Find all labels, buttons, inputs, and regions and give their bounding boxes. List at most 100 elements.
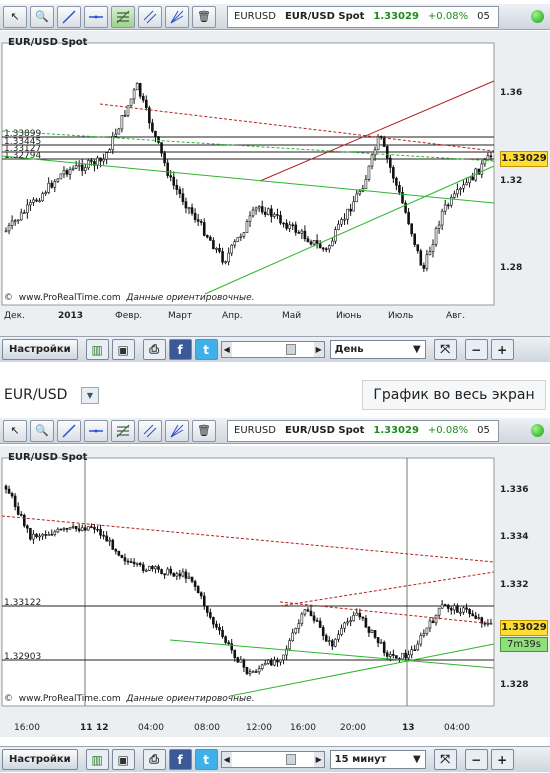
y-axis-tick: 1.36 <box>500 88 522 98</box>
quote-pair: EUR/USD Spot <box>284 11 365 22</box>
channel-icon <box>143 10 157 23</box>
cursor-tool-button[interactable]: ↖ <box>3 419 27 442</box>
candle-body <box>13 220 17 223</box>
trendline-tool-button[interactable] <box>57 419 81 442</box>
x-axis-tick: 13 <box>402 723 415 733</box>
candle-body <box>59 173 63 180</box>
candle-body <box>288 640 291 650</box>
period-select[interactable]: День ▼ <box>329 340 426 359</box>
fibonacci-icon <box>116 424 130 437</box>
fan-tool-button[interactable] <box>165 5 189 28</box>
settings-button[interactable]: Настройки <box>2 749 78 770</box>
candle-body <box>446 204 450 207</box>
facebook-icon[interactable]: f <box>168 339 192 360</box>
delete-tool-button[interactable]: 🗑 <box>192 5 216 28</box>
chart-type-icon[interactable]: ▥ <box>85 749 109 770</box>
candle-body <box>181 571 185 577</box>
horizontal-line-icon <box>89 15 103 18</box>
horizontal-line-tool-button[interactable] <box>84 5 108 28</box>
fullscreen-button[interactable]: График во весь экран <box>362 380 546 410</box>
daily-chart-title: EUR/USD Spot <box>8 37 88 48</box>
fan-tool-button[interactable] <box>165 419 189 442</box>
candle-body <box>163 573 166 576</box>
candle-body <box>44 534 47 536</box>
save-icon[interactable]: ▣ <box>111 339 135 360</box>
horizontal-line-icon <box>89 429 103 432</box>
intraday-chart[interactable]: 1.336 1.334 1.332 1.328 1.33122 1.32903 16:00 1… <box>0 446 550 737</box>
zoom-in-icon[interactable]: + <box>490 749 514 770</box>
candle-body <box>184 571 188 579</box>
candle-body <box>343 622 346 629</box>
x-axis-tick: Апр. <box>222 311 243 321</box>
candle-body <box>74 526 78 530</box>
candle-body <box>358 191 362 195</box>
auto-zoom-icon[interactable]: ⤧ <box>433 339 457 360</box>
zoom-out-icon[interactable]: − <box>464 749 488 770</box>
print-icon[interactable]: ⎙ <box>142 339 166 360</box>
settings-button[interactable]: Настройки <box>2 339 78 360</box>
zoom-tool-button[interactable]: 🔍 <box>30 419 54 442</box>
daily-chart[interactable]: 1.36 1.32 1.28 1.33899 1.33445 1.33127 1.32794… <box>0 31 550 337</box>
daily-credit: © www.ProRealTime.com Данные ориентирово… <box>4 293 255 303</box>
cursor-tool-button[interactable]: ↖ <box>3 5 27 28</box>
time-scroll-slider[interactable]: ◀ ▶ <box>220 341 325 358</box>
twitter-icon[interactable]: t <box>194 339 218 360</box>
candle-body <box>303 609 307 615</box>
candle-body <box>4 485 8 490</box>
trendline-tool-button[interactable] <box>57 5 81 28</box>
candle-body <box>123 115 127 117</box>
channel-tool-button[interactable] <box>138 419 162 442</box>
x-axis-tick: Дек. <box>4 311 25 321</box>
candle-body <box>71 526 75 528</box>
candle-body <box>148 566 151 571</box>
candle-body <box>300 613 304 624</box>
y-axis-tick: 1.334 <box>500 532 528 542</box>
candle-body <box>352 201 356 212</box>
y-axis-tick: 1.336 <box>500 485 528 495</box>
level-label: 1.33122 <box>4 598 41 608</box>
level-label: 1.32794 <box>4 151 41 161</box>
horizontal-line-tool-button[interactable] <box>84 419 108 442</box>
candle-body <box>157 136 160 143</box>
twitter-icon[interactable]: t <box>194 749 218 770</box>
candle-body <box>93 526 96 530</box>
candle-body <box>105 535 108 542</box>
chart-type-icon[interactable]: ▥ <box>85 339 109 360</box>
candle-body <box>227 252 230 263</box>
trash-icon: 🗑 <box>197 10 211 23</box>
candle-body <box>218 626 221 631</box>
time-scroll-slider[interactable]: ◀ ▶ <box>220 751 325 768</box>
fibonacci-tool-button[interactable] <box>111 419 135 442</box>
credit-note: Данные ориентировочные. <box>126 293 255 303</box>
facebook-icon[interactable]: f <box>168 749 192 770</box>
candle-body <box>196 586 200 594</box>
candle-body <box>480 163 484 175</box>
candle-body <box>474 615 478 619</box>
candle-body <box>80 164 84 171</box>
delete-tool-button[interactable]: 🗑 <box>192 419 216 442</box>
print-icon[interactable]: ⎙ <box>142 749 166 770</box>
candle-body <box>273 214 276 217</box>
candle-body <box>257 668 261 673</box>
zoom-in-icon[interactable]: + <box>490 339 514 360</box>
candle-body <box>367 626 371 633</box>
fan-icon <box>170 424 184 437</box>
candle-body <box>175 184 179 190</box>
period-value: День <box>334 344 364 355</box>
zoom-out-icon[interactable]: − <box>464 339 488 360</box>
candle-body <box>270 208 273 217</box>
x-axis-tick: 12 <box>96 723 109 733</box>
fibonacci-tool-button[interactable] <box>111 5 135 28</box>
zoom-tool-button[interactable]: 🔍 <box>30 5 54 28</box>
cursor-icon: ↖ <box>10 424 20 437</box>
candle-body <box>248 671 252 674</box>
period-select[interactable]: 15 минут ▼ <box>329 750 426 769</box>
candle-body <box>352 614 356 621</box>
channel-tool-button[interactable] <box>138 5 162 28</box>
candle-body <box>334 638 337 647</box>
symbol-dropdown-icon[interactable]: ▼ <box>81 387 99 404</box>
candle-body <box>224 261 227 264</box>
save-icon[interactable]: ▣ <box>111 749 135 770</box>
auto-zoom-icon[interactable]: ⤧ <box>433 749 457 770</box>
candle-body <box>331 240 334 247</box>
